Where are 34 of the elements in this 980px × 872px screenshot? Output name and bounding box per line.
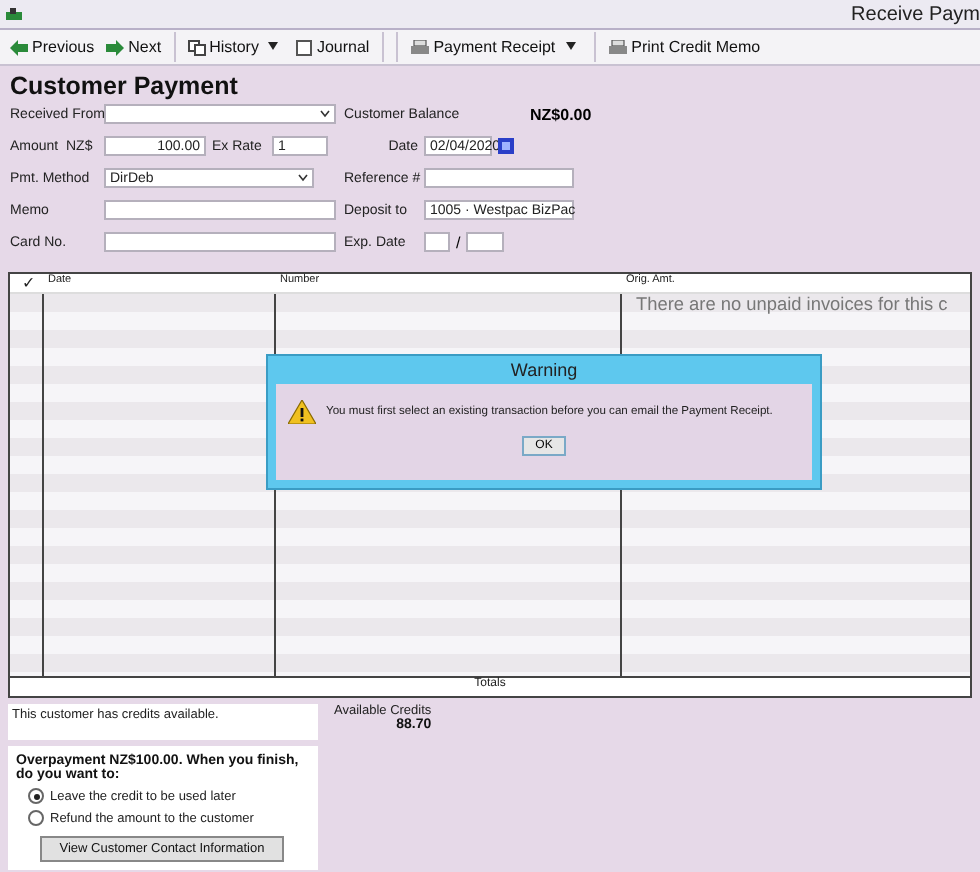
toolbar-button[interactable]: History <box>181 31 291 63</box>
month-field[interactable] <box>424 232 450 252</box>
slash-text: / <box>456 233 461 251</box>
form-heading: Customer Payment <box>10 74 240 100</box>
caret-icon <box>298 174 308 182</box>
journal-icon <box>296 39 313 55</box>
window-title: Receive Paym <box>851 3 980 25</box>
app-icon <box>6 8 22 20</box>
dialog-title: Warning <box>508 358 580 384</box>
toolbar-button[interactable]: Print Credit Memo <box>601 31 767 63</box>
radio-button[interactable] <box>28 788 44 804</box>
dropdown-field[interactable] <box>104 104 336 124</box>
warning-icon <box>288 400 316 424</box>
empty-message: There are no unpaid invoices for this c <box>636 294 948 314</box>
column-header: ✓ <box>20 274 38 292</box>
documents-icon <box>187 39 206 55</box>
year-field[interactable] <box>466 232 505 252</box>
printer-icon <box>409 39 430 55</box>
radio-button[interactable] <box>28 810 44 826</box>
input-field[interactable] <box>104 200 336 220</box>
toolbar-button[interactable]: Next <box>100 31 168 63</box>
dropdown-caret-icon <box>268 42 279 50</box>
caret-icon <box>320 110 330 118</box>
back-arrow-icon <box>10 39 28 55</box>
toolbar-button[interactable]: Journal <box>290 31 376 63</box>
printer-icon <box>607 39 628 55</box>
balance-value: NZ$0.00 <box>530 105 592 123</box>
dropdown-caret-icon <box>565 42 576 50</box>
input-field[interactable] <box>104 232 336 252</box>
input-field[interactable] <box>424 168 574 188</box>
forward-arrow-icon <box>106 39 125 55</box>
toolbar-button[interactable]: Payment Receipt <box>403 31 588 63</box>
toolbar-button[interactable]: Previous <box>4 31 101 63</box>
calendar-icon[interactable] <box>498 138 514 154</box>
